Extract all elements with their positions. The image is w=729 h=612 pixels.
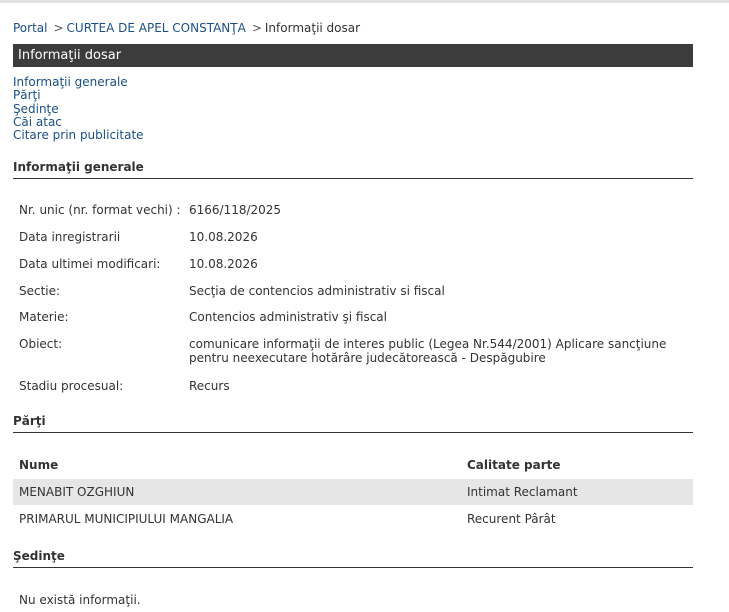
parties-heading: Părţi — [13, 414, 693, 433]
info-label: Data inregistrarii — [19, 230, 121, 244]
section-anchor-links: Informaţii generale Părţi Şedinţe Căi at… — [13, 75, 144, 142]
info-label: Sectie: — [19, 284, 61, 298]
anchor-appeals[interactable]: Căi atac — [13, 115, 144, 129]
info-value: comunicare informaţii de interes public … — [189, 337, 667, 365]
info-label: Nr. unic (nr. format vechi) : — [19, 203, 181, 217]
info-value: Secţia de contencios administrativ si fi… — [189, 284, 445, 298]
hearings-empty-text: Nu există informaţii. — [19, 593, 141, 607]
party-role: Intimat Reclamant — [467, 485, 578, 499]
table-row: MENABIT OZGHIUN Intimat Reclamant — [13, 479, 693, 505]
anchor-hearings[interactable]: Şedinţe — [13, 102, 144, 116]
anchor-general-info[interactable]: Informaţii generale — [13, 75, 144, 89]
col-header-role: Calitate parte — [467, 458, 561, 472]
anchor-parties[interactable]: Părţi — [13, 88, 144, 102]
page-title: Informaţii dosar — [13, 44, 693, 67]
info-value: 10.08.2026 — [189, 230, 258, 244]
info-label: Materie: — [19, 310, 69, 324]
info-label: Obiect: — [19, 337, 63, 351]
party-name: PRIMARUL MUNICIPIULUI MANGALIA — [19, 512, 234, 526]
hearings-heading: Şedinţe — [13, 549, 693, 568]
parties-table-header: Nume Calitate parte — [13, 452, 693, 476]
party-role: Recurent Pârât — [467, 512, 556, 526]
info-value: 10.08.2026 — [189, 257, 258, 271]
breadcrumb: Portal > CURTEA DE APEL CONSTANŢA > Informaţ… — [13, 21, 360, 35]
breadcrumb-court-link[interactable]: CURTEA DE APEL CONSTANŢA — [67, 21, 246, 35]
general-info-heading: Informaţii generale — [13, 160, 693, 179]
breadcrumb-portal-link[interactable]: Portal — [13, 21, 47, 35]
anchor-public-summons[interactable]: Citare prin publicitate — [13, 128, 144, 142]
info-value: Contencios administrativ şi fiscal — [189, 310, 387, 324]
info-label: Data ultimei modificari: — [19, 257, 161, 271]
breadcrumb-current: Informaţii dosar — [264, 21, 361, 35]
info-value: 6166/118/2025 — [189, 203, 282, 217]
col-header-name: Nume — [19, 458, 59, 472]
info-label: Stadiu procesual: — [19, 379, 124, 393]
breadcrumb-separator: > — [53, 21, 64, 35]
table-row: PRIMARUL MUNICIPIULUI MANGALIA Recurent … — [13, 506, 693, 532]
party-name: MENABIT OZGHIUN — [19, 485, 135, 499]
info-value: Recurs — [189, 379, 230, 393]
top-border — [0, 0, 729, 3]
breadcrumb-separator: > — [251, 21, 262, 35]
